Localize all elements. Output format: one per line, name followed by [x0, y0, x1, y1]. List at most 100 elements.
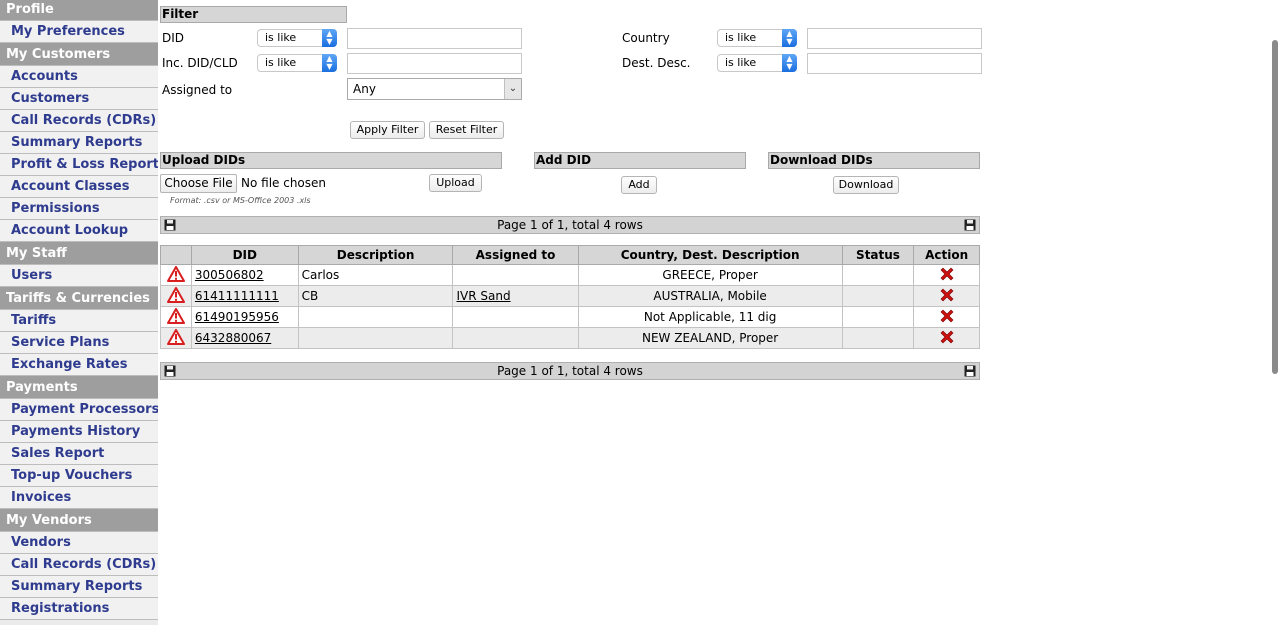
column-header-description: Description [297, 245, 454, 265]
dest-desc-operator-select[interactable]: is like ▲ ▼ [717, 54, 797, 72]
save-icon[interactable] [964, 219, 976, 231]
sidebar-item-customers[interactable]: Customers [0, 88, 158, 110]
country-operator-select[interactable]: is like ▲ ▼ [717, 29, 797, 47]
status-cell [841, 327, 915, 349]
warning-icon [166, 328, 185, 345]
sidebar-item-registrations[interactable]: Registrations [0, 598, 158, 620]
sidebar-item-account-classes[interactable]: Account Classes [0, 176, 158, 198]
page-scrollbar[interactable] [1272, 40, 1278, 374]
sidebar-item-call-records-cdrs[interactable]: Call Records (CDRs) [0, 554, 158, 576]
sidebar-item-service-plans[interactable]: Service Plans [0, 332, 158, 354]
sidebar-item-accounts[interactable]: Accounts [0, 66, 158, 88]
dids-table: DID Description Assigned to Country, Des… [160, 245, 980, 349]
add-did-title: Add DID [536, 153, 592, 167]
sidebar-item-summary-reports[interactable]: Summary Reports [0, 132, 158, 154]
delete-icon[interactable] [939, 266, 955, 282]
filter-header: Filter [160, 6, 347, 23]
did-link[interactable]: 61490195956 [195, 310, 279, 324]
delete-icon[interactable] [939, 308, 955, 324]
did-link[interactable]: 61411111111 [195, 289, 279, 303]
action-cell [913, 264, 980, 286]
sidebar-item-tariffs[interactable]: Tariffs [0, 310, 158, 332]
updown-arrow-icon: ▲ ▼ [322, 54, 337, 72]
action-cell [913, 306, 980, 328]
sidebar-section-profile: Profile [0, 0, 158, 21]
assigned-to-select[interactable]: Any ⌄ [347, 78, 522, 100]
sidebar-item-payments-history[interactable]: Payments History [0, 421, 158, 443]
action-cell [913, 285, 980, 307]
sidebar-item-sales-report[interactable]: Sales Report [0, 443, 158, 465]
assigned-to-label: Assigned to [162, 83, 233, 97]
download-dids-header: Download DIDs [768, 152, 980, 169]
sidebar-item-profit-and-loss-report[interactable]: Profit & Loss Report [0, 154, 158, 176]
sidebar-item-vendors[interactable]: Vendors [0, 532, 158, 554]
assigned-to-link[interactable]: IVR Sand [456, 289, 510, 303]
sidebar-item-invoices[interactable]: Invoices [0, 487, 158, 509]
assigned-to-cell: IVR Sand [452, 285, 579, 307]
did-operator-value: is like [265, 31, 297, 44]
save-icon[interactable] [164, 365, 176, 377]
reset-filter-button[interactable]: Reset Filter [429, 121, 504, 139]
dest-desc-input[interactable] [807, 53, 982, 74]
sidebar-item-top-up-vouchers[interactable]: Top-up Vouchers [0, 465, 158, 487]
delete-icon[interactable] [939, 329, 955, 345]
sidebar-item-call-records-cdrs[interactable]: Call Records (CDRs) [0, 110, 158, 132]
status-cell [841, 264, 915, 286]
action-cell [913, 327, 980, 349]
column-header-action: Action [913, 245, 980, 265]
upload-dids-header: Upload DIDs [160, 152, 502, 169]
sidebar-item-permissions[interactable]: Permissions [0, 198, 158, 220]
updown-arrow-icon: ▲ ▼ [782, 54, 797, 72]
status-cell [841, 285, 915, 307]
country-cell: AUSTRALIA, Mobile [577, 285, 843, 307]
pager-text: Page 1 of 1, total 4 rows [497, 364, 643, 378]
country-input[interactable] [807, 28, 982, 49]
sidebar-item-my-preferences[interactable]: My Preferences [0, 21, 158, 43]
add-did-button[interactable]: Add [621, 176, 657, 194]
save-icon[interactable] [964, 365, 976, 377]
apply-filter-button[interactable]: Apply Filter [350, 121, 425, 139]
did-link[interactable]: 300506802 [195, 268, 264, 282]
inc-did-cld-operator-value: is like [265, 56, 297, 69]
filter-title: Filter [162, 7, 199, 21]
description-cell [297, 306, 454, 328]
did-operator-select[interactable]: is like ▲ ▼ [257, 29, 337, 47]
inc-did-cld-input[interactable] [347, 53, 522, 74]
choose-file-button[interactable]: Choose File [160, 174, 237, 193]
table-row: 6432880067 NEW ZEALAND, Proper [160, 327, 980, 349]
description-cell: Carlos [297, 264, 454, 286]
country-cell: NEW ZEALAND, Proper [577, 327, 843, 349]
sidebar-item-users[interactable]: Users [0, 265, 158, 287]
did-label: DID [162, 31, 185, 45]
inc-did-cld-operator-select[interactable]: is like ▲ ▼ [257, 54, 337, 72]
updown-arrow-icon: ▲ ▼ [322, 29, 337, 47]
country-cell: Not Applicable, 11 dig [577, 306, 843, 328]
description-cell: CB [297, 285, 454, 307]
chevron-down-icon: ⌄ [504, 79, 521, 99]
sidebar-item-summary-reports[interactable]: Summary Reports [0, 576, 158, 598]
did-link[interactable]: 6432880067 [195, 331, 271, 345]
table-header-row: DID Description Assigned to Country, Des… [160, 245, 980, 265]
sidebar-item-payment-processors[interactable]: Payment Processors [0, 399, 158, 421]
assigned-to-cell [452, 327, 579, 349]
dest-desc-operator-value: is like [725, 56, 757, 69]
sidebar-item-account-lookup[interactable]: Account Lookup [0, 220, 158, 242]
download-button[interactable]: Download [833, 176, 899, 194]
column-header-assigned-to: Assigned to [452, 245, 579, 265]
save-icon[interactable] [164, 219, 176, 231]
did-cell: 300506802 [190, 264, 299, 286]
sidebar-item-exchange-rates[interactable]: Exchange Rates [0, 354, 158, 376]
download-dids-title: Download DIDs [770, 153, 873, 167]
table-row: 300506802 Carlos GREECE, Proper [160, 264, 980, 286]
table-row: 61411111111 CB IVR Sand AUSTRALIA, Mobile [160, 285, 980, 307]
did-input[interactable] [347, 28, 522, 49]
pager-text: Page 1 of 1, total 4 rows [497, 218, 643, 232]
sidebar-section-my-staff: My Staff [0, 242, 158, 265]
column-header-status: Status [841, 245, 915, 265]
upload-button[interactable]: Upload [429, 174, 482, 192]
table-row: 61490195956 Not Applicable, 11 dig [160, 306, 980, 328]
pager-bottom: Page 1 of 1, total 4 rows [160, 362, 980, 380]
delete-icon[interactable] [939, 287, 955, 303]
assigned-to-value: Any [353, 82, 376, 96]
did-cell: 61411111111 [190, 285, 299, 307]
